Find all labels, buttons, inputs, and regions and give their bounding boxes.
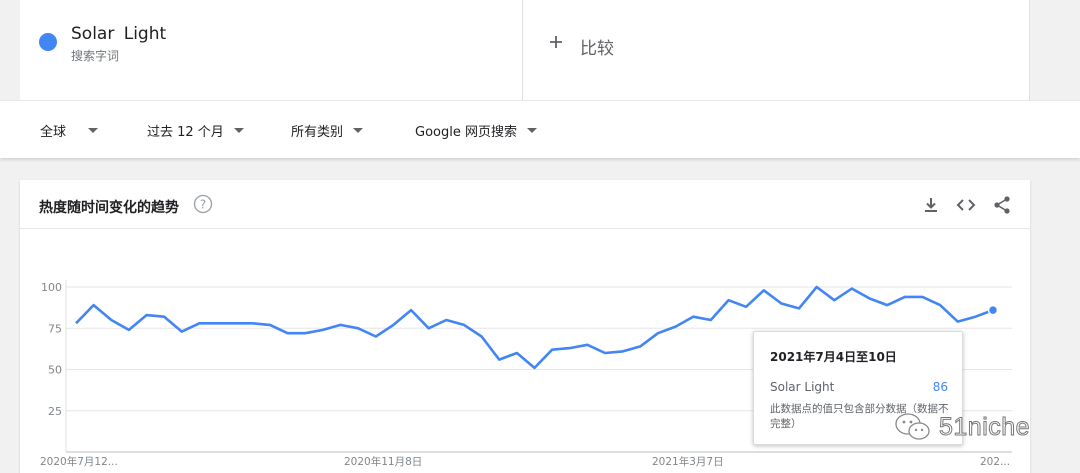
tooltip-value: 86 [932,380,948,394]
highlighted-data-point[interactable] [987,304,999,316]
tooltip-series-name: Solar Light [770,380,835,394]
x-tick-label: 2021年3月7日 [652,455,724,468]
watermark: 51niche [893,410,1030,444]
tooltip-date: 2021年7月4日至10日 [770,350,897,364]
x-tick-label: 2020年11月8日 [344,455,422,468]
y-tick-label: 100 [41,281,62,294]
y-tick-label: 25 [48,405,62,418]
wechat-icon [895,413,930,440]
x-tick-label: 202... [980,456,1010,468]
watermark-text: 51niche [938,412,1031,441]
y-tick-label: 50 [48,364,62,377]
x-tick-label: 2020年7月12... [40,455,118,468]
y-tick-label: 75 [48,322,62,335]
